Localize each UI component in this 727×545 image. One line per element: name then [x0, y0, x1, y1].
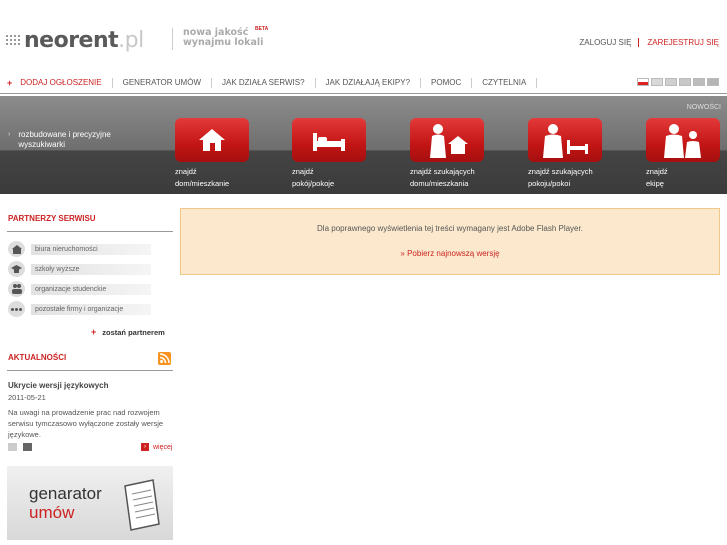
pager-prev-icon[interactable]	[8, 443, 17, 451]
nav-how-teams-work[interactable]: JAK DZIAŁAJĄ EKIPY?	[316, 78, 422, 88]
search-line-1: rozbudowane i precyzyjne	[18, 130, 111, 139]
beta-badge: BETA	[255, 26, 269, 32]
generator-line-1: genarator	[29, 484, 102, 503]
plus-icon: +	[7, 78, 13, 88]
person-house-icon	[410, 118, 484, 162]
flag-de-icon[interactable]	[665, 78, 677, 86]
register-link[interactable]: ZAREJESTRUJ SIĘ	[639, 38, 719, 47]
chevron-right-icon: ›	[141, 443, 149, 451]
flag-fr-icon[interactable]	[679, 78, 691, 86]
pager-next-icon[interactable]	[23, 443, 32, 451]
news-title: AKTUALNOŚCI	[8, 353, 67, 362]
main-nav: + DODAJ OGŁOSZENIE GENERATOR UMÓW JAK DZI…	[0, 76, 727, 90]
flash-player-notice: Dla poprawnego wyświetlenia tej treści w…	[180, 208, 720, 275]
partners-title: PARTNERZY SERWISU	[8, 214, 96, 223]
team-icon	[646, 118, 720, 162]
generator-line-2: umów	[29, 503, 75, 522]
news-pager	[8, 443, 32, 451]
bed-icon	[292, 118, 366, 162]
logo-text: neorent.pl	[24, 28, 144, 53]
generator-promo[interactable]: genarator umów	[7, 466, 173, 540]
flag-en-icon[interactable]	[651, 78, 663, 86]
partner-label: organizacje studenckie	[31, 283, 151, 295]
become-partner-link[interactable]: + zostań partnerem	[91, 327, 165, 337]
tile-line-2: dom/mieszkanie	[175, 179, 230, 188]
tile-line-1: znajdź	[646, 167, 668, 176]
flag-ru-icon[interactable]	[707, 78, 719, 86]
tile-line-2: pokój/pokoje	[292, 179, 335, 188]
house-icon	[175, 118, 249, 162]
nav-contract-generator[interactable]: GENERATOR UMÓW	[113, 78, 212, 88]
more-dots-icon	[8, 301, 25, 317]
nav-help[interactable]: POMOC	[421, 78, 473, 88]
partner-label: pozostałe firmy i organizacje	[31, 303, 151, 315]
flag-pl-icon[interactable]	[637, 78, 649, 86]
auth-links: ZALOGUJ SIĘ ZAREJESTRUJ SIĘ	[579, 38, 719, 47]
people-icon	[8, 281, 25, 297]
tile-line-1: znajdź szukających	[528, 167, 593, 176]
nav-divider	[0, 93, 727, 94]
search-banner: NOWOŚCI › rozbudowane i precyzyjne wyszu…	[0, 96, 727, 194]
tile-find-home-seekers[interactable]: znajdź szukających domu/mieszkania	[410, 118, 484, 190]
flash-download-link[interactable]: » Pobierz najnowszą wersję	[181, 249, 719, 258]
language-flags	[637, 78, 719, 86]
advanced-search-link[interactable]: › rozbudowane i precyzyjne wyszukiwarki	[8, 130, 111, 150]
nav-reading-room[interactable]: CZYTELNIA	[472, 78, 538, 88]
plus-icon: +	[91, 327, 97, 337]
tile-find-room[interactable]: znajdź pokój/pokoje	[292, 118, 366, 190]
document-icon	[124, 479, 160, 531]
partner-label: biura nieruchomości	[31, 243, 151, 255]
graduation-cap-icon	[8, 261, 25, 277]
news-more-link[interactable]: › więcej	[141, 443, 172, 451]
partner-real-estate[interactable]: biura nieruchomości	[8, 241, 173, 257]
tile-line-1: znajdź	[175, 167, 197, 176]
logo-dots-icon	[6, 34, 20, 47]
tile-find-home[interactable]: znajdź dom/mieszkanie	[175, 118, 249, 190]
house-icon	[8, 241, 25, 257]
news-date: 2011-05-21	[8, 393, 46, 402]
tile-line-2: domu/mieszkania	[410, 179, 469, 188]
login-link[interactable]: ZALOGUJ SIĘ	[579, 38, 640, 47]
partner-other[interactable]: pozostałe firmy i organizacje	[8, 301, 173, 317]
person-bed-icon	[528, 118, 602, 162]
flag-es-icon[interactable]	[693, 78, 705, 86]
tile-line-2: ekipę	[646, 179, 664, 188]
nav-how-it-works[interactable]: JAK DZIAŁA SERWIS?	[212, 78, 316, 88]
partner-universities[interactable]: szkoły wyższe	[8, 261, 173, 277]
tile-line-1: znajdź	[292, 167, 314, 176]
site-logo[interactable]: neorent.pl	[6, 28, 144, 53]
tile-line-1: znajdź szukających	[410, 167, 475, 176]
rss-icon[interactable]	[158, 352, 171, 365]
news-headline[interactable]: Ukrycie wersji językowych	[8, 381, 109, 390]
search-line-2: wyszukiwarki	[18, 140, 66, 149]
tile-find-team[interactable]: znajdź ekipę	[646, 118, 720, 190]
chevron-right-icon: ›	[8, 131, 11, 138]
nav-add-listing[interactable]: + DODAJ OGŁOSZENIE	[0, 78, 113, 88]
slogan-line-2: wynajmu lokali	[183, 37, 264, 48]
partners-divider	[7, 231, 173, 232]
partner-student-orgs[interactable]: organizacje studenckie	[8, 281, 173, 297]
slogan: nowa jakość wynajmu lokali BETA	[172, 26, 268, 50]
news-divider	[7, 370, 173, 371]
partner-label: szkoły wyższe	[31, 263, 151, 275]
news-label[interactable]: NOWOŚCI	[687, 104, 721, 111]
flash-message: Dla poprawnego wyświetlenia tej treści w…	[317, 224, 583, 233]
tile-find-room-seekers[interactable]: znajdź szukających pokoju/pokoi	[528, 118, 602, 190]
news-body: Na uwagi na prowadzenie prac nad rozwoje…	[8, 408, 164, 439]
tile-line-2: pokoju/pokoi	[528, 179, 571, 188]
